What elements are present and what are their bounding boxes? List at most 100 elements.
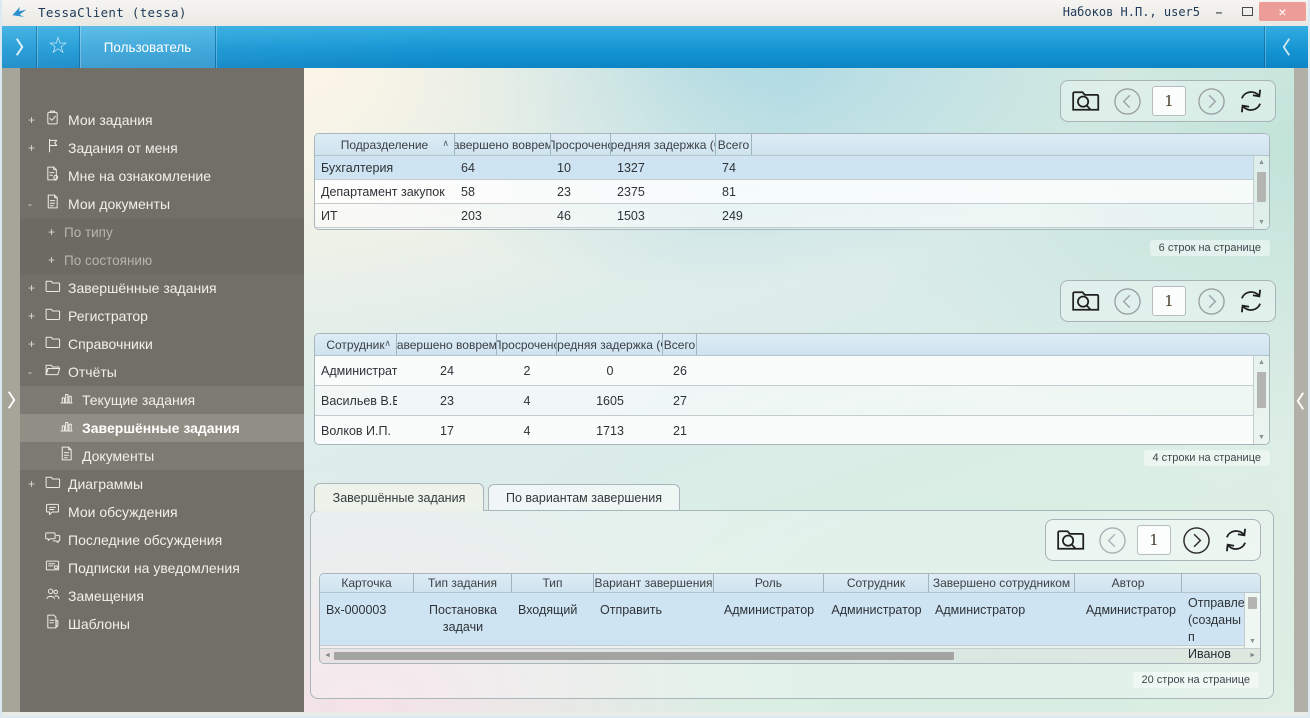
column-header-completed-by[interactable]: Завершено сотрудником bbox=[929, 574, 1075, 592]
prev-page-button[interactable] bbox=[1113, 87, 1142, 116]
tab-completed-tasks[interactable]: Завершённые задания bbox=[314, 483, 484, 511]
sidebar-item-completed-tasks[interactable]: + Завершённые задания bbox=[20, 274, 304, 302]
expander[interactable]: + bbox=[28, 113, 44, 127]
user-tab[interactable]: Пользователь bbox=[80, 26, 215, 68]
sidebar-item-documents-report[interactable]: Документы bbox=[20, 442, 304, 470]
right-panel-expand-handle[interactable] bbox=[1292, 386, 1308, 416]
sidebar-item-tasks-from-me[interactable]: + Задания от меня bbox=[20, 134, 304, 162]
refresh-button[interactable] bbox=[1221, 526, 1251, 554]
scroll-left-icon[interactable]: ◄ bbox=[324, 652, 331, 659]
next-page-button[interactable] bbox=[1182, 526, 1211, 555]
table-row[interactable]: Вх-000003 Постановка задачи Входящий Отп… bbox=[320, 593, 1244, 646]
toolbar-back-button[interactable] bbox=[2, 26, 36, 68]
table-row[interactable]: Администратор 24 2 0 26 bbox=[315, 356, 1253, 386]
expander[interactable]: + bbox=[28, 141, 44, 155]
tab-by-completion-variant[interactable]: По вариантам завершения bbox=[488, 484, 680, 510]
column-header-employee[interactable]: Сотрудник bbox=[824, 574, 929, 592]
column-header-employee[interactable]: Сотрудник∧ bbox=[315, 334, 397, 355]
sidebar-item-substitutions[interactable]: Замещения bbox=[20, 582, 304, 610]
search-view-icon[interactable] bbox=[1055, 526, 1087, 554]
cell-employee: Администратор bbox=[824, 593, 929, 619]
table-row[interactable]: Волков И.П. 17 4 1713 21 bbox=[315, 416, 1253, 445]
scroll-down-icon[interactable]: ▼ bbox=[1254, 219, 1269, 226]
column-header-overdue[interactable]: Просрочено bbox=[551, 134, 611, 155]
sidebar-item-for-review[interactable]: Мне на ознакомление bbox=[20, 162, 304, 190]
table-row[interactable]: Департамент закупок 58 23 2375 81 bbox=[315, 180, 1253, 204]
sidebar-item-my-documents[interactable]: - Мои документы bbox=[20, 190, 304, 218]
sidebar-expand-handle[interactable] bbox=[3, 385, 19, 415]
page-number[interactable]: 1 bbox=[1152, 286, 1186, 316]
column-header-completed-on-time[interactable]: Завершено вовремя bbox=[397, 334, 497, 355]
table-row[interactable]: Васильев В.В. 23 4 1605 27 bbox=[315, 386, 1253, 416]
sidebar-item-diagrams[interactable]: + Диаграммы bbox=[20, 470, 304, 498]
expander[interactable]: + bbox=[28, 309, 44, 323]
column-header-role[interactable]: Роль bbox=[714, 574, 824, 592]
column-header-type[interactable]: Тип bbox=[512, 574, 594, 592]
column-header-avg-delay[interactable]: Средняя задержка (ч) bbox=[611, 134, 716, 155]
sidebar-item-label: Отчёты bbox=[68, 364, 117, 380]
toolbar-collapse-button[interactable] bbox=[1265, 26, 1308, 68]
sidebar-item-current-tasks-report[interactable]: Текущие задания bbox=[20, 386, 304, 414]
refresh-button[interactable] bbox=[1236, 287, 1266, 315]
expander[interactable]: + bbox=[28, 281, 44, 295]
scrollbar-thumb[interactable] bbox=[1248, 597, 1257, 609]
vertical-scrollbar[interactable]: ▼ bbox=[1244, 593, 1260, 648]
sidebar-item-directories[interactable]: + Справочники bbox=[20, 330, 304, 358]
page-number[interactable]: 1 bbox=[1152, 86, 1186, 116]
column-header-total[interactable]: Всего bbox=[716, 134, 752, 155]
scroll-up-icon[interactable]: ▲ bbox=[1254, 359, 1269, 366]
scroll-down-icon[interactable]: ▼ bbox=[1254, 434, 1269, 441]
sidebar-item-completed-tasks-report[interactable]: Завершённые задания bbox=[20, 414, 304, 442]
sidebar-item-my-discussions[interactable]: Мои обсуждения bbox=[20, 498, 304, 526]
minimize-button[interactable]: – bbox=[1208, 2, 1230, 21]
expander[interactable]: - bbox=[28, 365, 44, 379]
column-header-department[interactable]: Подразделение∧ bbox=[315, 134, 455, 155]
column-header-completion-variant[interactable]: Вариант завершения bbox=[594, 574, 714, 592]
column-label: Просрочено bbox=[497, 338, 557, 352]
window-title: TessaClient (tessa) bbox=[38, 5, 187, 20]
scroll-right-icon[interactable]: ► bbox=[1249, 652, 1256, 659]
expander[interactable]: - bbox=[28, 197, 44, 211]
sidebar-item-by-type[interactable]: + По типу bbox=[20, 218, 304, 246]
search-view-icon[interactable] bbox=[1070, 287, 1102, 315]
sidebar-item-reports[interactable]: - Отчёты bbox=[20, 358, 304, 386]
column-header-author[interactable]: Автор bbox=[1075, 574, 1182, 592]
column-header-overdue[interactable]: Просрочено bbox=[497, 334, 557, 355]
next-page-button[interactable] bbox=[1197, 87, 1226, 116]
column-header-task-type[interactable]: Тип задания bbox=[414, 574, 512, 592]
column-header-card[interactable]: Карточка bbox=[320, 574, 414, 592]
scroll-up-icon[interactable]: ▲ bbox=[1254, 159, 1269, 166]
scrollbar-thumb[interactable] bbox=[1257, 372, 1266, 408]
column-header-total[interactable]: Всего bbox=[663, 334, 697, 355]
horizontal-scrollbar[interactable]: ◄ ► bbox=[320, 648, 1260, 663]
sidebar-item-notification-subscriptions[interactable]: Подписки на уведомления bbox=[20, 554, 304, 582]
next-page-button[interactable] bbox=[1197, 287, 1226, 316]
expander[interactable]: + bbox=[28, 477, 44, 491]
refresh-button[interactable] bbox=[1236, 87, 1266, 115]
scroll-down-icon[interactable]: ▼ bbox=[1245, 638, 1260, 645]
expander[interactable]: + bbox=[48, 253, 64, 267]
sidebar-item-by-state[interactable]: + По состоянию bbox=[20, 246, 304, 274]
search-view-icon[interactable] bbox=[1070, 87, 1102, 115]
table-row[interactable]: ИТ 203 46 1503 249 bbox=[315, 204, 1253, 228]
prev-page-button[interactable] bbox=[1098, 526, 1127, 555]
scrollbar-thumb[interactable] bbox=[1257, 172, 1266, 202]
table-row[interactable]: Бухгалтерия 64 10 1327 74 bbox=[315, 156, 1253, 180]
column-header-avg-delay[interactable]: Средняя задержка (ч) bbox=[557, 334, 663, 355]
sidebar-item-templates[interactable]: Шаблоны bbox=[20, 610, 304, 638]
expander[interactable]: + bbox=[48, 225, 64, 239]
page-number[interactable]: 1 bbox=[1137, 525, 1171, 555]
vertical-scrollbar[interactable]: ▲ ▼ bbox=[1253, 156, 1269, 229]
close-button[interactable]: × bbox=[1259, 2, 1306, 21]
sidebar-item-registrar[interactable]: + Регистратор bbox=[20, 302, 304, 330]
maximize-button[interactable] bbox=[1236, 2, 1258, 21]
expander[interactable]: + bbox=[28, 337, 44, 351]
favorites-button[interactable]: ☆ bbox=[37, 26, 79, 68]
column-header-result[interactable] bbox=[1182, 574, 1260, 592]
sidebar-item-recent-discussions[interactable]: Последние обсуждения bbox=[20, 526, 304, 554]
column-header-completed-on-time[interactable]: Завершено вовремя bbox=[455, 134, 551, 155]
vertical-scrollbar[interactable]: ▲ ▼ bbox=[1253, 356, 1269, 444]
sidebar-item-my-tasks[interactable]: + Мои задания bbox=[20, 106, 304, 134]
scrollbar-thumb[interactable] bbox=[334, 652, 954, 660]
prev-page-button[interactable] bbox=[1113, 287, 1142, 316]
